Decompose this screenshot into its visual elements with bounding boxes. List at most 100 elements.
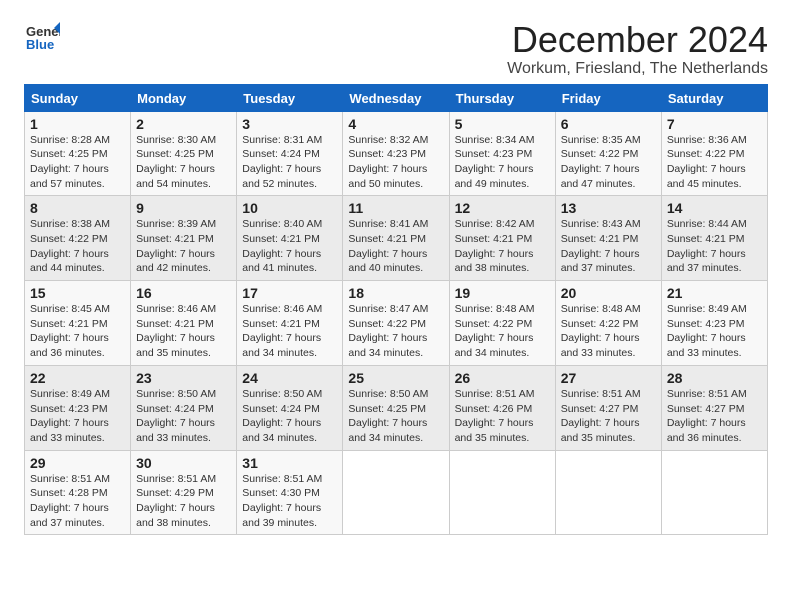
calendar-cell: 11Sunrise: 8:41 AMSunset: 4:21 PMDayligh…	[343, 196, 449, 281]
day-number: 6	[561, 116, 656, 132]
day-number: 22	[30, 370, 125, 386]
calendar-cell: 7Sunrise: 8:36 AMSunset: 4:22 PMDaylight…	[661, 111, 767, 196]
calendar-cell: 23Sunrise: 8:50 AMSunset: 4:24 PMDayligh…	[131, 365, 237, 450]
day-info: Sunrise: 8:36 AMSunset: 4:22 PMDaylight:…	[667, 133, 762, 192]
calendar-cell: 4Sunrise: 8:32 AMSunset: 4:23 PMDaylight…	[343, 111, 449, 196]
day-number: 8	[30, 200, 125, 216]
calendar-cell: 28Sunrise: 8:51 AMSunset: 4:27 PMDayligh…	[661, 365, 767, 450]
day-number: 3	[242, 116, 337, 132]
day-number: 30	[136, 455, 231, 471]
day-number: 20	[561, 285, 656, 301]
day-number: 16	[136, 285, 231, 301]
title-area: December 2024 Workum, Friesland, The Net…	[507, 20, 768, 78]
weekday-header: Friday	[555, 84, 661, 111]
day-info: Sunrise: 8:44 AMSunset: 4:21 PMDaylight:…	[667, 217, 762, 276]
calendar-cell: 16Sunrise: 8:46 AMSunset: 4:21 PMDayligh…	[131, 281, 237, 366]
day-info: Sunrise: 8:51 AMSunset: 4:27 PMDaylight:…	[561, 387, 656, 446]
day-number: 21	[667, 285, 762, 301]
calendar-cell: 19Sunrise: 8:48 AMSunset: 4:22 PMDayligh…	[449, 281, 555, 366]
calendar-cell: 27Sunrise: 8:51 AMSunset: 4:27 PMDayligh…	[555, 365, 661, 450]
page-title: December 2024	[507, 20, 768, 60]
calendar-cell: 29Sunrise: 8:51 AMSunset: 4:28 PMDayligh…	[25, 450, 131, 535]
calendar-cell	[343, 450, 449, 535]
calendar-cell: 5Sunrise: 8:34 AMSunset: 4:23 PMDaylight…	[449, 111, 555, 196]
day-info: Sunrise: 8:32 AMSunset: 4:23 PMDaylight:…	[348, 133, 443, 192]
day-number: 11	[348, 200, 443, 216]
calendar-cell: 22Sunrise: 8:49 AMSunset: 4:23 PMDayligh…	[25, 365, 131, 450]
day-info: Sunrise: 8:41 AMSunset: 4:21 PMDaylight:…	[348, 217, 443, 276]
day-number: 25	[348, 370, 443, 386]
calendar-cell: 15Sunrise: 8:45 AMSunset: 4:21 PMDayligh…	[25, 281, 131, 366]
calendar-cell: 31Sunrise: 8:51 AMSunset: 4:30 PMDayligh…	[237, 450, 343, 535]
calendar-cell: 21Sunrise: 8:49 AMSunset: 4:23 PMDayligh…	[661, 281, 767, 366]
day-info: Sunrise: 8:46 AMSunset: 4:21 PMDaylight:…	[136, 302, 231, 361]
svg-text:Blue: Blue	[26, 37, 54, 52]
calendar-cell: 9Sunrise: 8:39 AMSunset: 4:21 PMDaylight…	[131, 196, 237, 281]
day-number: 27	[561, 370, 656, 386]
header: General Blue December 2024 Workum, Fries…	[24, 20, 768, 78]
weekday-header: Sunday	[25, 84, 131, 111]
day-info: Sunrise: 8:49 AMSunset: 4:23 PMDaylight:…	[30, 387, 125, 446]
day-number: 28	[667, 370, 762, 386]
calendar-table: SundayMondayTuesdayWednesdayThursdayFrid…	[24, 84, 768, 536]
day-number: 4	[348, 116, 443, 132]
calendar-cell: 18Sunrise: 8:47 AMSunset: 4:22 PMDayligh…	[343, 281, 449, 366]
weekday-header: Thursday	[449, 84, 555, 111]
weekday-header: Saturday	[661, 84, 767, 111]
calendar-week-row: 29Sunrise: 8:51 AMSunset: 4:28 PMDayligh…	[25, 450, 768, 535]
calendar-cell: 20Sunrise: 8:48 AMSunset: 4:22 PMDayligh…	[555, 281, 661, 366]
day-info: Sunrise: 8:51 AMSunset: 4:28 PMDaylight:…	[30, 472, 125, 531]
weekday-header-row: SundayMondayTuesdayWednesdayThursdayFrid…	[25, 84, 768, 111]
calendar-cell: 17Sunrise: 8:46 AMSunset: 4:21 PMDayligh…	[237, 281, 343, 366]
weekday-header: Tuesday	[237, 84, 343, 111]
calendar-week-row: 1Sunrise: 8:28 AMSunset: 4:25 PMDaylight…	[25, 111, 768, 196]
day-number: 5	[455, 116, 550, 132]
day-number: 1	[30, 116, 125, 132]
calendar-cell: 30Sunrise: 8:51 AMSunset: 4:29 PMDayligh…	[131, 450, 237, 535]
day-info: Sunrise: 8:48 AMSunset: 4:22 PMDaylight:…	[455, 302, 550, 361]
logo: General Blue	[24, 20, 60, 56]
day-info: Sunrise: 8:34 AMSunset: 4:23 PMDaylight:…	[455, 133, 550, 192]
day-info: Sunrise: 8:43 AMSunset: 4:21 PMDaylight:…	[561, 217, 656, 276]
calendar-cell: 2Sunrise: 8:30 AMSunset: 4:25 PMDaylight…	[131, 111, 237, 196]
calendar-cell: 25Sunrise: 8:50 AMSunset: 4:25 PMDayligh…	[343, 365, 449, 450]
calendar-cell: 8Sunrise: 8:38 AMSunset: 4:22 PMDaylight…	[25, 196, 131, 281]
day-info: Sunrise: 8:30 AMSunset: 4:25 PMDaylight:…	[136, 133, 231, 192]
calendar-cell: 13Sunrise: 8:43 AMSunset: 4:21 PMDayligh…	[555, 196, 661, 281]
day-info: Sunrise: 8:46 AMSunset: 4:21 PMDaylight:…	[242, 302, 337, 361]
logo-icon: General Blue	[24, 20, 60, 56]
day-number: 9	[136, 200, 231, 216]
calendar-cell	[449, 450, 555, 535]
day-number: 13	[561, 200, 656, 216]
day-number: 17	[242, 285, 337, 301]
day-info: Sunrise: 8:28 AMSunset: 4:25 PMDaylight:…	[30, 133, 125, 192]
subtitle: Workum, Friesland, The Netherlands	[507, 60, 768, 78]
day-number: 10	[242, 200, 337, 216]
calendar-cell: 6Sunrise: 8:35 AMSunset: 4:22 PMDaylight…	[555, 111, 661, 196]
day-info: Sunrise: 8:45 AMSunset: 4:21 PMDaylight:…	[30, 302, 125, 361]
day-info: Sunrise: 8:42 AMSunset: 4:21 PMDaylight:…	[455, 217, 550, 276]
day-number: 12	[455, 200, 550, 216]
day-number: 29	[30, 455, 125, 471]
day-number: 23	[136, 370, 231, 386]
weekday-header: Wednesday	[343, 84, 449, 111]
day-info: Sunrise: 8:49 AMSunset: 4:23 PMDaylight:…	[667, 302, 762, 361]
calendar-cell: 3Sunrise: 8:31 AMSunset: 4:24 PMDaylight…	[237, 111, 343, 196]
day-number: 19	[455, 285, 550, 301]
day-number: 26	[455, 370, 550, 386]
day-number: 24	[242, 370, 337, 386]
calendar-week-row: 8Sunrise: 8:38 AMSunset: 4:22 PMDaylight…	[25, 196, 768, 281]
calendar-cell	[555, 450, 661, 535]
calendar-cell: 1Sunrise: 8:28 AMSunset: 4:25 PMDaylight…	[25, 111, 131, 196]
day-number: 31	[242, 455, 337, 471]
day-info: Sunrise: 8:38 AMSunset: 4:22 PMDaylight:…	[30, 217, 125, 276]
day-number: 7	[667, 116, 762, 132]
calendar-cell: 12Sunrise: 8:42 AMSunset: 4:21 PMDayligh…	[449, 196, 555, 281]
calendar-week-row: 22Sunrise: 8:49 AMSunset: 4:23 PMDayligh…	[25, 365, 768, 450]
day-info: Sunrise: 8:39 AMSunset: 4:21 PMDaylight:…	[136, 217, 231, 276]
day-info: Sunrise: 8:51 AMSunset: 4:29 PMDaylight:…	[136, 472, 231, 531]
day-info: Sunrise: 8:47 AMSunset: 4:22 PMDaylight:…	[348, 302, 443, 361]
day-number: 14	[667, 200, 762, 216]
day-number: 15	[30, 285, 125, 301]
day-info: Sunrise: 8:50 AMSunset: 4:25 PMDaylight:…	[348, 387, 443, 446]
